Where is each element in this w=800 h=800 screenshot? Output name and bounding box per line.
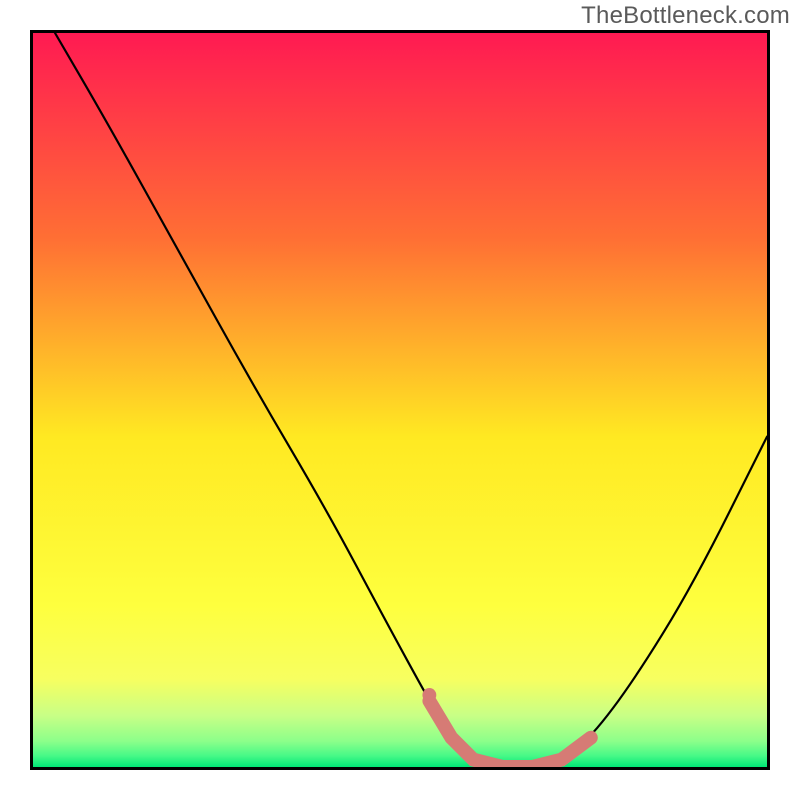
plot-area: [30, 30, 770, 770]
chart-frame: TheBottleneck.com: [0, 0, 800, 800]
watermark-text: TheBottleneck.com: [581, 2, 790, 30]
gradient-background: [33, 33, 767, 767]
